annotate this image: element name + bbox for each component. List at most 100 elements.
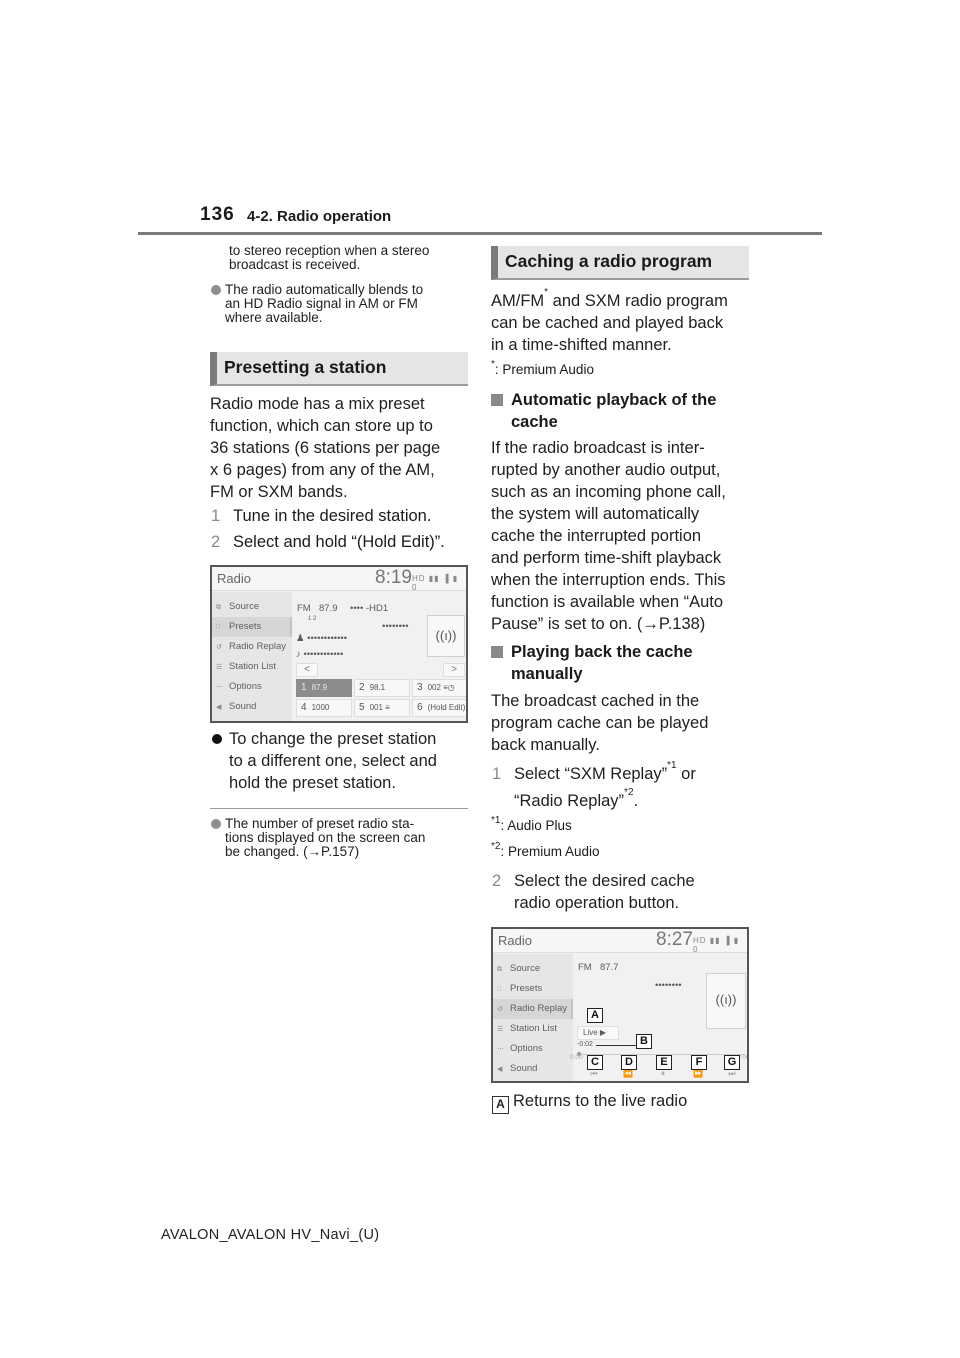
skip-back-button[interactable]: ⏮	[579, 1069, 609, 1079]
sound-icon: ◀	[216, 704, 222, 711]
text-line: FM or SXM bands.	[210, 483, 348, 501]
menu-item-sound[interactable]: ◀ Sound	[212, 697, 292, 717]
text-line: Select the desired cache	[514, 872, 695, 890]
song-row: ♪ ••••••••••••	[296, 649, 343, 660]
section-title: 4-2. Radio operation	[247, 208, 392, 225]
text-line: the system will automatically	[491, 505, 700, 523]
preset-button-4[interactable]: 4 1000	[296, 699, 352, 717]
status-icons: HD ▮▮ ▐ ▮ 0	[412, 574, 459, 592]
radio-screen-presets: Radio 8:19 HD ▮▮ ▐ ▮ 0 ⧉ Source ∷ Presets …	[210, 565, 468, 723]
station-list-icon: ☰	[497, 1026, 504, 1033]
menu-item-options[interactable]: ⋯ Options	[493, 1039, 573, 1059]
auto-playback-body: If the radio broadcast is inter- rupted …	[491, 437, 726, 635]
footnote-text: : Premium Audio	[500, 844, 600, 859]
preset-value: 1000	[311, 703, 330, 712]
menu-item-source[interactable]: ⧉ Source	[493, 959, 573, 979]
preset-button-2[interactable]: 2 98.1	[354, 679, 410, 697]
menu-label: Options	[229, 681, 262, 692]
text-line: when the interruption ends. This	[491, 571, 726, 589]
skip-forward-button[interactable]: ⏭	[717, 1069, 747, 1079]
band-label: FM	[297, 603, 311, 614]
caching-body: AM/FM* and SXM radio program can be cach…	[491, 287, 728, 356]
menu-label: Source	[229, 601, 260, 612]
menu-label: Radio Replay	[229, 641, 287, 652]
text-line: program cache can be played	[491, 714, 709, 732]
live-button[interactable]: Live ▶	[577, 1026, 619, 1040]
footnote-mark: *2	[491, 841, 501, 852]
menu-label: Sound	[229, 701, 257, 712]
text-line: cache the interrupted portion	[491, 527, 702, 545]
text-line: 36 stations (6 stations per page	[210, 439, 441, 457]
callout-d: D	[621, 1055, 637, 1070]
preset-value: (Hold Edit)	[427, 703, 466, 712]
antenna-art: ((ı))	[427, 615, 465, 657]
artist-icon: ♟	[296, 633, 308, 644]
status-icons: HD ▮▮ ▐ ▮ 0	[693, 936, 740, 954]
preset-number: 1	[301, 682, 307, 693]
menu-item-station-list[interactable]: ☰ Station List	[212, 657, 292, 677]
options-icon: ⋯	[497, 1046, 504, 1053]
heading-presetting: Presetting a station	[210, 352, 468, 386]
frequency: 87.7	[600, 962, 619, 973]
menu-item-sound[interactable]: ◀ Sound	[493, 1059, 573, 1079]
text-line: and perform time-shift playback	[491, 549, 722, 567]
step-number: 2	[492, 872, 502, 890]
rewind-button[interactable]: ⏪	[613, 1069, 643, 1078]
text-line: x 6 pages) from any of the AM,	[210, 461, 435, 479]
menu-item-options[interactable]: ⋯ Options	[212, 677, 292, 697]
menu-item-radio-replay[interactable]: ↺ Radio Replay	[212, 637, 292, 657]
radio-menu: ⧉ Source ∷ Presets ↺ Radio Replay ☰ Station …	[212, 592, 292, 721]
radio-menu: ⧉ Source ∷ Presets ↺ Radio Replay ☰ Station …	[493, 954, 573, 1081]
subheading-manual-playback: Playing back the cache manually	[491, 641, 693, 685]
text-line: Automatic playback of the	[511, 391, 717, 409]
text-line: Playing back the cache	[511, 643, 693, 661]
screen-title: Radio	[498, 933, 532, 948]
footnote-mark: *	[544, 287, 549, 298]
preset-value: 87.9	[311, 683, 328, 692]
time-offset: -0:02	[577, 1041, 593, 1048]
text-line: The number of preset radio sta-	[225, 816, 415, 831]
text-fragment: AM/FM	[491, 292, 545, 310]
text-line: hold the preset station.	[229, 774, 396, 792]
footnote-premium-audio-2: *2: Premium Audio	[491, 841, 600, 860]
preset-button-3[interactable]: 3 002 ≡◷	[412, 679, 466, 697]
callout-g: G	[724, 1055, 740, 1070]
screen-clock: 8:19	[375, 567, 412, 588]
prev-page-button[interactable]: <	[296, 663, 318, 677]
replay-icon: ↺	[216, 644, 222, 651]
bullet-icon	[212, 734, 222, 744]
preset-button-1[interactable]: 1 87.9	[296, 679, 352, 697]
preset-value: 98.1	[369, 683, 386, 692]
station-name: •••• -HD1	[350, 603, 389, 614]
menu-label: Presets	[510, 983, 543, 994]
subheading-auto-playback: Automatic playback of the cache	[491, 389, 716, 433]
text-line[interactable]: Pause” is set to on. (→P.138)	[491, 613, 726, 635]
text-line: to stereo reception when a stereo	[229, 243, 430, 258]
artist-row: ♟ ••••••••••••	[296, 633, 347, 644]
footnote-text: : Premium Audio	[494, 362, 594, 377]
divider	[210, 808, 468, 809]
menu-item-station-list[interactable]: ☰ Station List	[493, 1019, 573, 1039]
text-line: If the radio broadcast is inter-	[491, 439, 705, 457]
menu-item-source[interactable]: ⧉ Source	[212, 597, 292, 617]
menu-item-radio-replay[interactable]: ↺ Radio Replay	[493, 999, 573, 1019]
step-text: Select and hold “(Hold Edit)”.	[233, 533, 445, 551]
text-line: radio operation button.	[514, 894, 680, 912]
preset-button-6-hold-edit[interactable]: 6 (Hold Edit)	[412, 699, 466, 717]
step-number: 1	[211, 507, 221, 525]
callout-a: A	[587, 1008, 603, 1023]
menu-label: Radio Replay	[510, 1003, 568, 1014]
pause-button[interactable]: ⏸	[648, 1069, 678, 1079]
fast-forward-button[interactable]: ⏩	[683, 1069, 713, 1078]
square-bullet-icon	[491, 394, 503, 406]
menu-item-presets[interactable]: ∷ Presets	[493, 979, 573, 999]
text-line[interactable]: be changed. (→P.157)	[225, 845, 425, 859]
preset-button-5[interactable]: 5 001 ≡	[354, 699, 410, 717]
menu-label: Source	[510, 963, 541, 974]
preset-number: 5	[359, 702, 365, 713]
menu-label: Options	[510, 1043, 543, 1054]
menu-item-presets[interactable]: ∷ Presets	[212, 617, 292, 637]
next-page-button[interactable]: >	[443, 663, 465, 677]
menu-label: Station List	[510, 1023, 557, 1034]
screen-clock: 8:27	[656, 929, 693, 950]
